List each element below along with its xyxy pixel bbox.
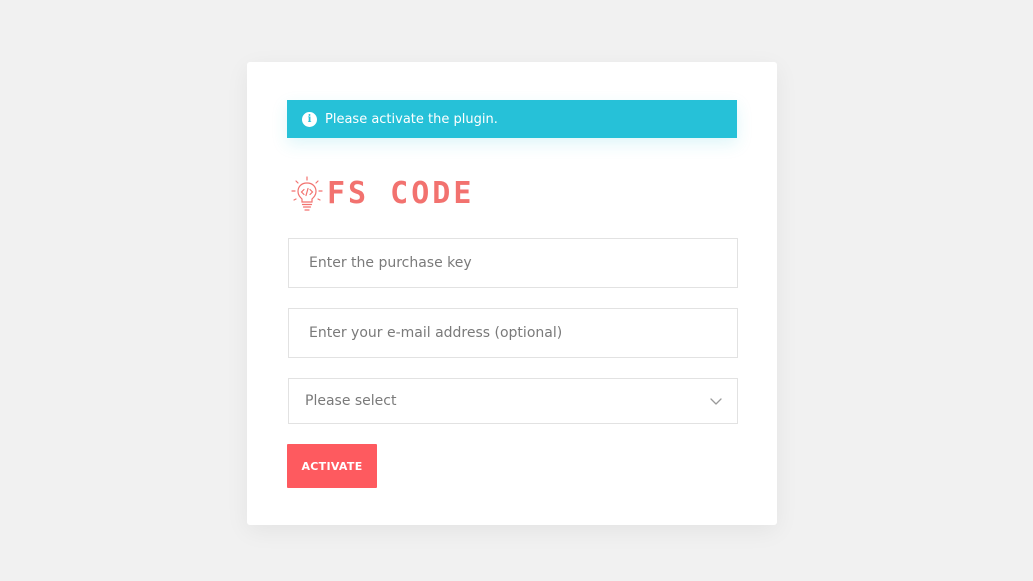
alert-text: Please activate the plugin. [325, 111, 498, 127]
logo: FS CODE [291, 174, 474, 214]
lightbulb-code-icon [291, 176, 323, 211]
product-select[interactable]: Please select [288, 378, 738, 424]
activate-button[interactable]: ACTIVATE [287, 444, 377, 488]
info-alert: i Please activate the plugin. [287, 100, 737, 138]
activation-card: i Please activate the plugin. FS CODE En… [247, 62, 777, 525]
logo-text: FS CODE [327, 176, 475, 211]
purchase-key-field[interactable] [288, 238, 738, 288]
chevron-down-icon [710, 398, 722, 405]
info-icon: i [302, 111, 317, 127]
select-value: Please select [305, 393, 397, 409]
purchase-key-input[interactable] [309, 239, 737, 287]
email-input[interactable] [309, 309, 737, 357]
email-field[interactable] [288, 308, 738, 358]
